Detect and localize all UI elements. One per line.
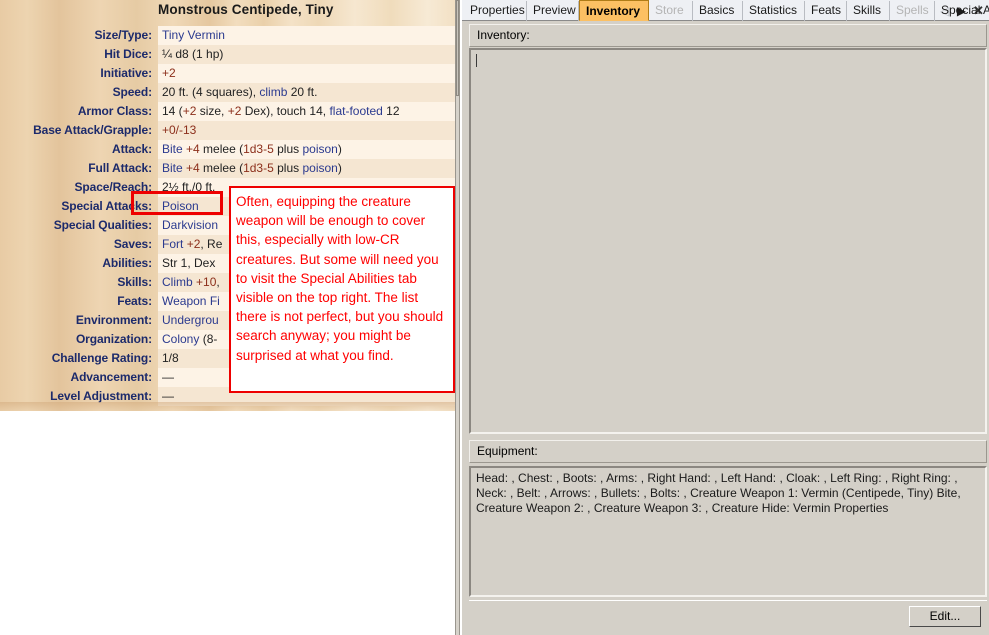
text-caret: [476, 54, 477, 67]
inventory-list-box[interactable]: [469, 48, 987, 434]
tab-bar: ◁ ▶ ✕ Properties Preview Inventory Store Bas…: [462, 0, 989, 21]
statblock-row-label: Base Attack/Grapple:: [33, 123, 152, 137]
statblock-row-label: Special Qualities:: [53, 218, 152, 232]
equipment-label: Equipment:: [469, 440, 987, 463]
statblock-row-label: Hit Dice:: [104, 47, 152, 61]
statblock-row: Full Attack: Bite +4 melee (1d3-5 plus po…: [0, 159, 455, 178]
tab-basics[interactable]: Basics: [693, 1, 743, 21]
statblock-row-label: Challenge Rating:: [51, 351, 152, 365]
statblock-row-label: Saves:: [113, 237, 152, 251]
tab-feats[interactable]: Feats: [805, 1, 847, 21]
creature-statblock-panel: Monstrous Centipede, Tiny Size/Type: Tiny…: [0, 0, 455, 635]
statblock-row-label: Feats:: [117, 294, 152, 308]
statblock-row: Hit Dice: ¼ d8 (1 hp): [0, 45, 455, 64]
statblock-row-label: Skills:: [117, 275, 152, 289]
statblock-row-value: Bite +4 melee (1d3-5 plus poison): [158, 140, 455, 159]
edit-button[interactable]: Edit...: [909, 606, 981, 627]
statblock-row: Attack: Bite +4 melee (1d3-5 plus poison): [0, 140, 455, 159]
creature-title: Monstrous Centipede, Tiny: [158, 2, 334, 17]
statblock-row-label: Speed:: [112, 85, 153, 99]
panel-splitter-scrollbar[interactable]: [455, 0, 460, 635]
tab-properties[interactable]: Properties: [464, 1, 527, 21]
inventory-label: Inventory:: [469, 24, 987, 47]
splitter-thumb[interactable]: [456, 0, 459, 96]
equipment-text-area[interactable]: Head: , Chest: , Boots: , Arms: , Right …: [469, 466, 987, 597]
creature-editor-panel: ◁ ▶ ✕ Properties Preview Inventory Store Bas…: [462, 0, 989, 635]
statblock-row: Base Attack/Grapple: +0/-13: [0, 121, 455, 140]
statblock-row: Initiative: +2: [0, 64, 455, 83]
statblock-row-value: 14 (+2 size, +2 Dex), touch 14, flat-foo…: [158, 102, 455, 121]
statblock-row-label: Armor Class:: [77, 104, 152, 118]
panel-footer: Edit...: [469, 600, 987, 630]
statblock-row: Size/Type: Tiny Vermin: [0, 26, 455, 45]
statblock-row-value: Bite +4 melee (1d3-5 plus poison): [158, 159, 455, 178]
tab-spells: Spells: [890, 1, 935, 21]
statblock-row-value: ¼ d8 (1 hp): [158, 45, 455, 64]
statblock-row-label: Abilities:: [102, 256, 152, 270]
statblock-row-label: Size/Type:: [94, 28, 153, 42]
statblock-row-label: Level Adjustment:: [50, 389, 152, 403]
tab-statistics[interactable]: Statistics: [743, 1, 805, 21]
annotation-callout: Often, equipping the creature weapon wil…: [229, 186, 455, 393]
statblock-row-label: Organization:: [75, 332, 152, 346]
annotation-text: Often, equipping the creature weapon wil…: [236, 194, 444, 363]
statblock-row-value: 20 ft. (4 squares), climb 20 ft.: [158, 83, 455, 102]
statblock-row-label: Initiative:: [100, 66, 152, 80]
statblock-row-label: Attack:: [112, 142, 152, 156]
statblock-row-label: Space/Reach:: [74, 180, 152, 194]
statblock-row-label: Advancement:: [70, 370, 153, 384]
statblock-row-value: +2: [158, 64, 455, 83]
tab-skills[interactable]: Skills: [847, 1, 890, 21]
statblock-row-label: Special Attacks:: [61, 199, 152, 213]
tab-inventory[interactable]: Inventory: [579, 0, 649, 21]
tab-store: Store: [649, 1, 693, 21]
tab-preview[interactable]: Preview: [527, 1, 579, 21]
statblock-row-label: Environment:: [75, 313, 152, 327]
statblock-row-value: +0/-13: [158, 121, 455, 140]
statblock-row-label: Full Attack:: [88, 161, 152, 175]
statblock-row: Armor Class: 14 (+2 size, +2 Dex), touch …: [0, 102, 455, 121]
statblock-row-value: Tiny Vermin: [158, 26, 455, 45]
tab-special-abili[interactable]: Special Abili: [935, 1, 989, 21]
statblock-row: Speed: 20 ft. (4 squares), climb 20 ft.: [0, 83, 455, 102]
